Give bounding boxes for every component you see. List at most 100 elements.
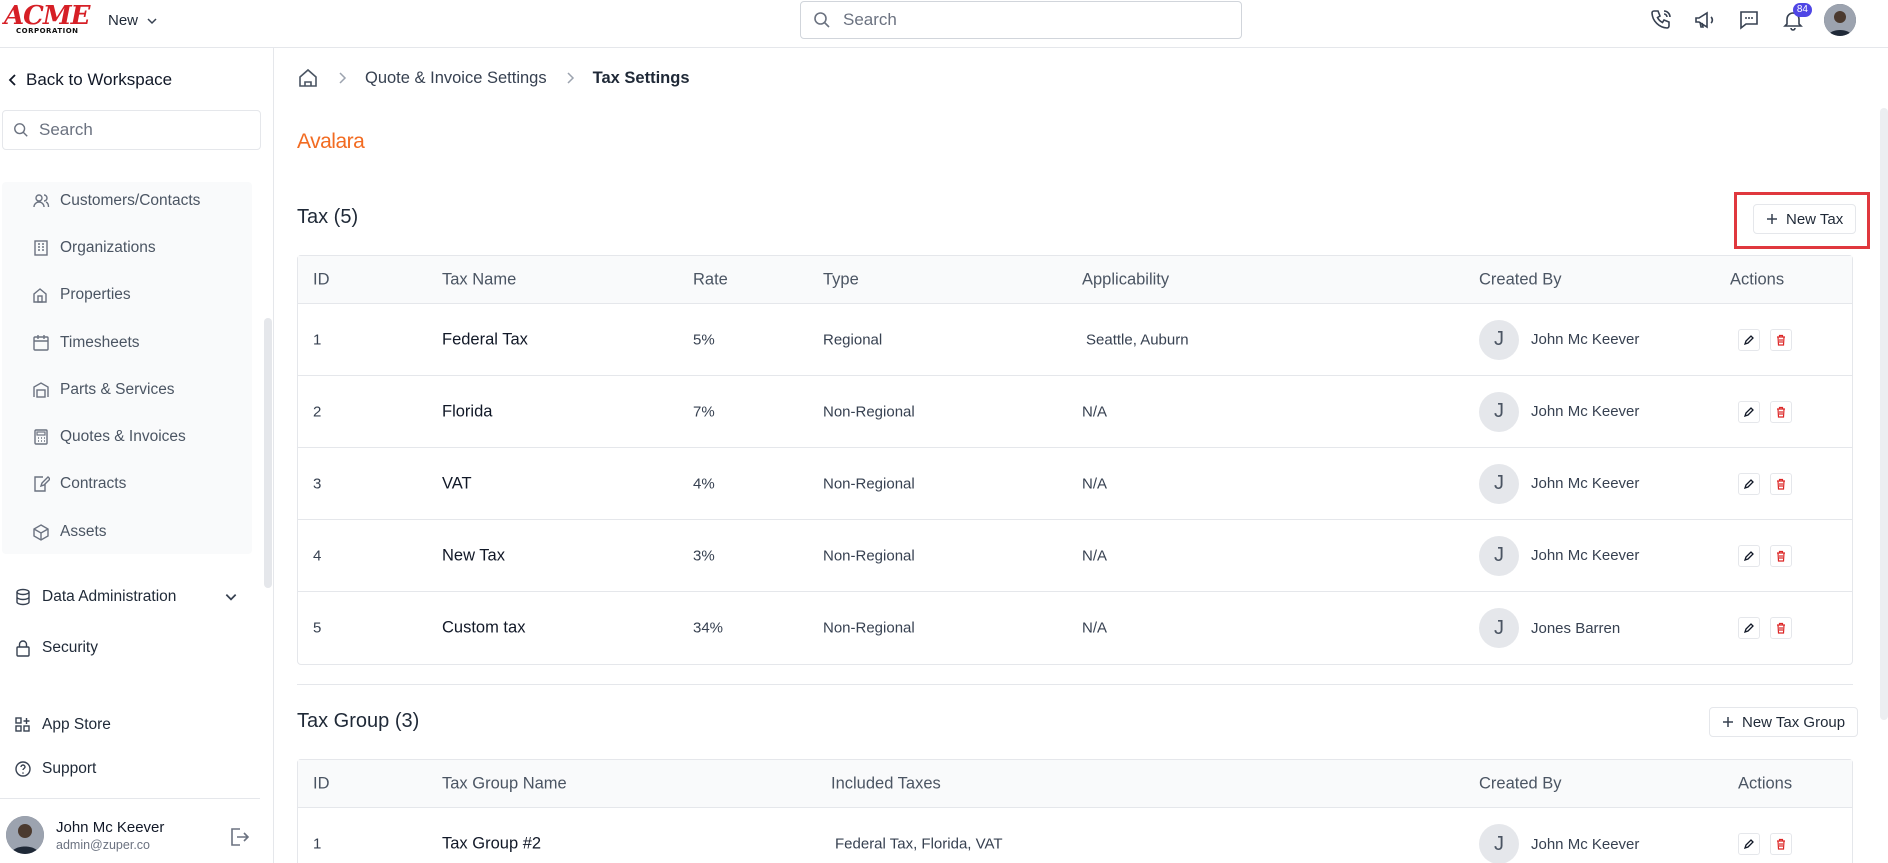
edit-button[interactable] <box>1738 833 1760 855</box>
pencil-icon <box>1743 334 1754 345</box>
megaphone-icon[interactable] <box>1692 7 1718 33</box>
chevron-right-icon <box>567 72 574 84</box>
edit-button[interactable] <box>1738 472 1760 495</box>
sidebar-item-properties[interactable]: Properties <box>32 286 131 304</box>
sidebar-item-customers-contacts[interactable]: Customers/Contacts <box>32 192 200 210</box>
column-header: Created By <box>1479 270 1562 288</box>
delete-button[interactable] <box>1770 400 1792 423</box>
row-actions <box>1738 400 1792 423</box>
new-tax-group-label: New Tax Group <box>1742 713 1846 731</box>
sidebar-item-label: Timesheets <box>60 334 140 351</box>
sidebar-search[interactable] <box>2 110 261 150</box>
user-avatar[interactable] <box>1824 4 1856 36</box>
sidebar-item-label: Organizations <box>60 239 156 256</box>
created-by: J Jones Barren <box>1479 608 1620 648</box>
tax-applicability: Seattle, Auburn <box>1086 331 1189 348</box>
parts-icon <box>32 381 50 399</box>
new-tax-button[interactable]: New Tax <box>1753 204 1857 234</box>
company-logo[interactable]: ACME CORPORATION <box>4 1 90 37</box>
sidebar-search-input[interactable] <box>39 120 239 140</box>
delete-button[interactable] <box>1770 328 1792 351</box>
column-header: Included Taxes <box>831 774 941 792</box>
chat-icon[interactable] <box>1736 7 1762 33</box>
sidebar-item-support[interactable]: Support <box>14 760 96 778</box>
database-icon <box>16 588 30 606</box>
sidebar-item-quotes-invoices[interactable]: Quotes & Invoices <box>32 428 186 446</box>
user-name: John Mc Keever <box>56 818 165 836</box>
trash-icon <box>1777 478 1785 490</box>
table-row: 1 Tax Group #2 Federal Tax, Florida, VAT… <box>298 808 1852 863</box>
global-search-input[interactable] <box>843 10 1223 30</box>
trash-icon <box>1777 406 1785 418</box>
edit-button[interactable] <box>1738 617 1760 639</box>
tax-id: 4 <box>313 547 322 564</box>
delete-button[interactable] <box>1770 617 1792 639</box>
main-scrollbar[interactable] <box>1880 108 1888 720</box>
calendar-icon <box>32 334 50 352</box>
delete-button[interactable] <box>1770 833 1792 855</box>
logo-subtext: CORPORATION <box>16 27 79 35</box>
avatar: J <box>1479 391 1519 432</box>
pencil-icon <box>1743 839 1754 850</box>
avalara-logo[interactable]: Avalara <box>297 130 365 154</box>
avatar: J <box>1479 824 1519 863</box>
notification-bell-icon[interactable]: 84 <box>1780 3 1812 33</box>
calculator-icon <box>32 428 50 446</box>
row-actions <box>1738 328 1792 351</box>
edit-button[interactable] <box>1738 400 1760 423</box>
global-search[interactable] <box>800 1 1242 39</box>
column-header: ID <box>313 270 330 288</box>
edit-button[interactable] <box>1738 328 1760 351</box>
sidebar-item-data-administration[interactable]: Data Administration <box>14 588 238 606</box>
home-icon[interactable] <box>297 67 319 89</box>
sidebar-scrollbar[interactable] <box>264 318 272 588</box>
sidebar-item-app-store[interactable]: App Store <box>14 716 111 734</box>
created-by: J John Mc Keever <box>1479 391 1639 432</box>
chevron-down-icon <box>147 17 157 24</box>
sidebar-item-parts-services[interactable]: Parts & Services <box>32 381 175 399</box>
sidebar-item-contracts[interactable]: Contracts <box>32 475 126 493</box>
tax-rate: 4% <box>693 475 715 492</box>
table-row: 3 VAT 4% Non-Regional N/A J John Mc Keev… <box>298 448 1852 520</box>
sidebar-item-security[interactable]: Security <box>14 639 98 657</box>
tax-table: ID Tax Name Rate Type Applicability Crea… <box>297 255 1853 665</box>
notification-badge: 84 <box>1792 3 1812 17</box>
phone-icon[interactable] <box>1648 7 1674 33</box>
tax-type: Non-Regional <box>823 475 915 492</box>
sidebar-item-timesheets[interactable]: Timesheets <box>32 334 140 352</box>
tax-rate: 5% <box>693 331 715 348</box>
new-menu-label: New <box>108 12 139 29</box>
avatar: J <box>1479 535 1519 576</box>
tax-group-name: Tax Group #2 <box>442 834 542 853</box>
tax-type: Non-Regional <box>823 547 915 564</box>
breadcrumb-parent-link[interactable]: Quote & Invoice Settings <box>365 69 547 88</box>
logout-icon[interactable] <box>228 826 250 853</box>
table-row: 1 Federal Tax 5% Regional Seattle, Aubur… <box>298 304 1852 376</box>
sidebar-item-assets[interactable]: Assets <box>32 523 107 541</box>
app-grid-icon <box>15 717 30 732</box>
tax-id: 3 <box>313 475 322 492</box>
sidebar-item-label: Quotes & Invoices <box>60 428 186 445</box>
sidebar-item-label: Security <box>42 639 98 656</box>
avatar: J <box>1479 319 1519 360</box>
table-header: ID Tax Group Name Included Taxes Created… <box>298 760 1852 808</box>
edit-button[interactable] <box>1738 544 1760 567</box>
new-menu-button[interactable]: New <box>108 12 158 29</box>
column-header: Rate <box>693 270 728 288</box>
chevron-right-icon <box>339 72 347 84</box>
row-actions <box>1738 472 1792 495</box>
table-row: 2 Florida 7% Non-Regional N/A J John Mc … <box>298 376 1852 448</box>
creator-name: John Mc Keever <box>1531 547 1640 564</box>
delete-button[interactable] <box>1770 544 1792 567</box>
creator-name: John Mc Keever <box>1531 331 1640 348</box>
creator-name: John Mc Keever <box>1531 475 1640 492</box>
breadcrumb-current: Tax Settings <box>592 68 690 87</box>
back-to-workspace-link[interactable]: Back to Workspace <box>8 70 172 90</box>
new-tax-group-button[interactable]: New Tax Group <box>1709 707 1859 737</box>
top-icons: 84 <box>1648 3 1856 36</box>
current-user[interactable]: John Mc Keever admin@zuper.co <box>6 816 164 854</box>
created-by: J John Mc Keever <box>1479 535 1640 576</box>
delete-button[interactable] <box>1770 472 1792 495</box>
logo-text: ACME <box>4 1 90 31</box>
sidebar-item-organizations[interactable]: Organizations <box>32 239 156 257</box>
